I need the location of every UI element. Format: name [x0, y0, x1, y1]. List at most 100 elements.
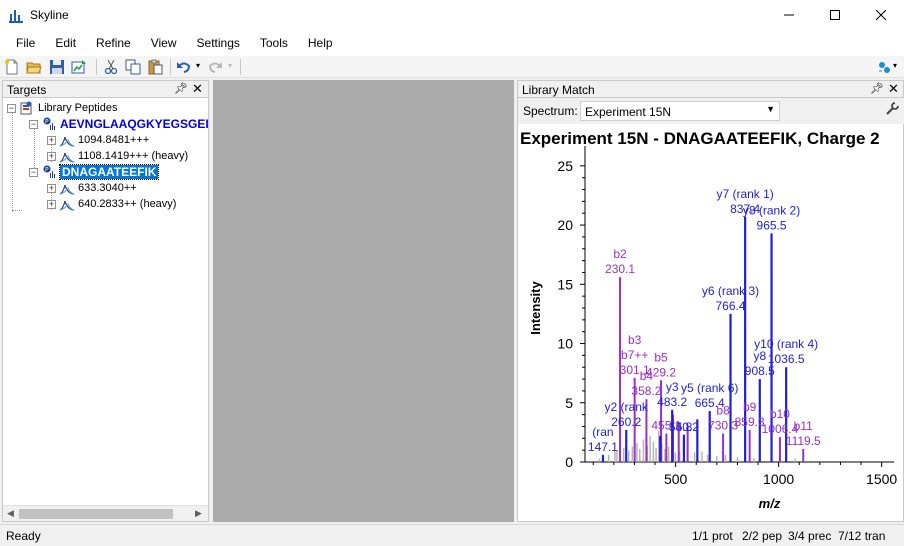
maximize-button[interactable] [812, 0, 858, 30]
y-axis-label: Intensity [528, 281, 543, 335]
undo-dropdown-icon[interactable]: ▾ [196, 61, 200, 70]
redo-dropdown-icon[interactable]: ▾ [228, 61, 232, 70]
precursor-label: 1094.8481+++ [78, 134, 150, 146]
expand-icon[interactable]: + [47, 199, 56, 209]
expand-icon[interactable]: + [47, 151, 56, 161]
menu-edit[interactable]: Edit [45, 30, 86, 56]
status-ready: Ready [6, 529, 41, 543]
collapse-icon[interactable]: − [7, 103, 16, 113]
new-icon[interactable] [4, 59, 20, 75]
precursor-heavy-icon [59, 152, 75, 163]
save-icon[interactable] [49, 59, 65, 75]
pin-icon[interactable]: 📌︎ [174, 82, 188, 95]
menu-help[interactable]: Help [298, 30, 343, 56]
spectrum-dropdown-value: Experiment 15N [585, 105, 672, 119]
collapse-icon[interactable]: − [29, 119, 38, 129]
peak-label: y3 [666, 380, 679, 394]
tree-node-root[interactable]: − Library Peptides [7, 100, 118, 116]
targets-tree[interactable]: − Library Peptides − P AEVNGLAAQGKYEGSGE… [3, 98, 209, 506]
peak-label: b2 [613, 247, 627, 261]
peak-label: y8 (rank 2) [743, 203, 800, 217]
open-icon[interactable] [26, 59, 42, 75]
tree-node-precursor[interactable]: + 633.3040++ [47, 180, 137, 196]
peak-label: y8 [753, 349, 766, 363]
targets-horizontal-scrollbar[interactable]: ◀ ▶ [3, 505, 208, 521]
y-tick-label: 5 [565, 395, 573, 411]
library-match-panel-header: Library Match 📌︎ ✕ [518, 81, 903, 98]
peak-label: 965.5 [757, 218, 787, 232]
peak-label: 859.3 [735, 415, 765, 429]
scroll-left-icon[interactable]: ◀ [7, 508, 14, 519]
tree-node-precursor[interactable]: + 640.2833++ (heavy) [47, 196, 176, 212]
menu-file[interactable]: File [6, 30, 45, 56]
integrate-icon[interactable] [876, 59, 892, 75]
paste-icon[interactable] [147, 59, 163, 75]
tree-node-peptide[interactable]: − P AEVNGLAAQGKYEGSGEI [29, 116, 209, 132]
wrench-icon[interactable] [885, 102, 899, 116]
peak-label: 230.1 [605, 262, 635, 276]
skyline-app-icon [9, 10, 23, 23]
integrate-dropdown-icon[interactable]: ▾ [893, 61, 897, 70]
targets-panel-header: Targets 📌︎ ✕ [3, 81, 208, 98]
svg-text:P: P [45, 167, 49, 174]
targets-panel-title: Targets [7, 83, 47, 97]
menu-settings[interactable]: Settings [187, 30, 250, 56]
window-title: Skyline [30, 8, 69, 22]
close-window-button[interactable] [858, 0, 904, 30]
y-tick-label: 0 [565, 454, 573, 470]
library-match-panel-title: Library Match [522, 83, 595, 97]
y-tick-label: 20 [557, 217, 573, 233]
maximize-icon [830, 10, 840, 20]
expand-icon[interactable]: + [47, 183, 56, 193]
peak-label: b11 [794, 419, 813, 433]
status-bar: Ready 1/1 prot 2/2 pep 3/4 prec 7/12 tra… [0, 524, 904, 546]
tree-node-precursor[interactable]: + 1094.8481+++ [47, 132, 149, 148]
peak-label: b8 [716, 404, 730, 418]
collapse-icon[interactable]: − [29, 167, 38, 177]
x-axis-label: m/z [759, 496, 781, 511]
chevron-down-icon: ▼ [766, 104, 775, 114]
toolbar-separator [240, 59, 241, 75]
precursor-icon [59, 136, 75, 147]
tree-node-precursor[interactable]: + 1108.1419+++ (heavy) [47, 148, 188, 164]
copy-icon[interactable] [125, 59, 141, 75]
peak-label: b4 [640, 369, 654, 383]
peak-label: y6 (rank 3) [702, 284, 759, 298]
peak-label: y2 (rank [605, 400, 649, 414]
minimize-icon [784, 14, 794, 16]
publish-icon[interactable] [71, 59, 87, 75]
menu-refine[interactable]: Refine [86, 30, 141, 56]
spectrum-toolbar: Spectrum: Experiment 15N ▼ [518, 98, 904, 124]
targets-panel: Targets 📌︎ ✕ − Library Peptides − P AEVN… [2, 80, 209, 522]
spectrum-dropdown[interactable]: Experiment 15N ▼ [580, 101, 780, 121]
undo-icon[interactable] [176, 59, 192, 75]
peak-label: 5.8 [676, 420, 693, 434]
toolbar-separator [96, 59, 97, 75]
menu-bar: File Edit Refine View Settings Tools Hel… [0, 30, 904, 56]
tree-node-peptide-selected[interactable]: − P DNAGAATEEFIK [29, 164, 160, 180]
tree-connector [12, 210, 22, 211]
expand-icon[interactable]: + [47, 135, 56, 145]
precursor-heavy-icon [59, 200, 75, 211]
scroll-right-icon[interactable]: ▶ [195, 508, 202, 519]
peak-label: 1119.5 [786, 434, 821, 448]
close-icon[interactable]: ✕ [192, 81, 203, 97]
peptide-label: DNAGAATEEFIK [58, 164, 160, 180]
y-tick-label: 15 [557, 276, 573, 292]
peak-label: 483.2 [657, 395, 687, 409]
menu-view[interactable]: View [141, 30, 187, 56]
scrollbar-thumb[interactable] [19, 509, 173, 519]
y-tick-label: 10 [557, 336, 573, 352]
spectrum-chart[interactable]: Experiment 15N - DNAGAATEEFIK, Charge 2 0… [518, 124, 904, 522]
tree-connector [12, 110, 13, 212]
minimize-button[interactable] [766, 0, 812, 30]
menu-tools[interactable]: Tools [250, 30, 298, 56]
peak-label: b10 [770, 407, 790, 421]
empty-document-area [213, 80, 514, 522]
peak-label: (ran [592, 425, 613, 439]
cut-icon[interactable] [103, 59, 119, 75]
close-icon[interactable]: ✕ [888, 81, 899, 97]
redo-icon[interactable] [207, 59, 223, 75]
title-bar: Skyline [0, 0, 904, 30]
pin-icon[interactable]: 📌︎ [870, 82, 884, 95]
